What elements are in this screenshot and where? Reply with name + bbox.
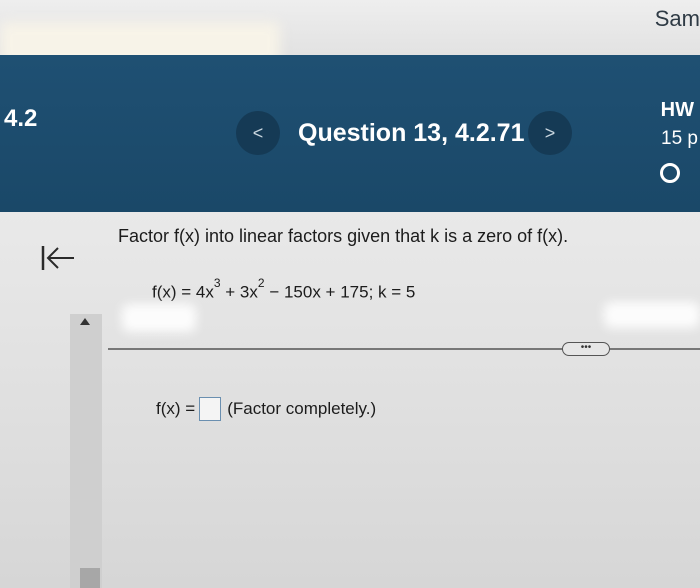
equation-lhs: f(x) = 4x bbox=[152, 282, 214, 302]
question-navigator: < Question 13, 4.2.71 > bbox=[236, 111, 572, 159]
exponent-3: 3 bbox=[213, 276, 221, 290]
question-content: Factor f(x) into linear factors given th… bbox=[0, 212, 700, 588]
section-number: 4.2 bbox=[4, 105, 38, 132]
equation-term2: + 3x bbox=[220, 282, 258, 302]
collapse-left-icon[interactable] bbox=[40, 244, 76, 272]
next-question-button[interactable]: > bbox=[528, 111, 572, 155]
chevron-right-icon: > bbox=[544, 122, 556, 143]
exponent-2: 2 bbox=[257, 276, 265, 290]
chevron-left-icon: < bbox=[252, 122, 264, 143]
section-divider bbox=[108, 348, 700, 350]
question-header: 4.2 < Question 13, 4.2.71 > HW 15 p bbox=[0, 55, 700, 212]
answer-hint: (Factor completely.) bbox=[227, 399, 377, 418]
scrollbar-track[interactable] bbox=[70, 314, 102, 588]
question-title: Question 13, 4.2.71 bbox=[298, 119, 525, 147]
progress-circle-icon bbox=[660, 163, 680, 183]
top-bar: Sam bbox=[0, 0, 700, 66]
scroll-up-arrow-icon[interactable] bbox=[80, 318, 90, 325]
screen-glare bbox=[604, 302, 700, 328]
question-prompt: Factor f(x) into linear factors given th… bbox=[118, 226, 569, 246]
more-options-button[interactable]: ••• bbox=[562, 342, 610, 356]
hw-score-label: HW bbox=[660, 99, 694, 121]
answer-lhs: f(x) = bbox=[156, 399, 196, 418]
points-label: 15 p bbox=[661, 128, 698, 149]
equation-rest: − 150x + 175; k = 5 bbox=[264, 282, 416, 302]
previous-question-button[interactable]: < bbox=[236, 111, 280, 155]
user-name[interactable]: Sam bbox=[655, 6, 700, 32]
answer-input[interactable] bbox=[199, 397, 222, 421]
screen-glare bbox=[122, 304, 196, 332]
scrollbar-thumb[interactable] bbox=[80, 568, 100, 588]
answer-row: f(x) = (Factor completely.) bbox=[156, 396, 376, 422]
function-equation: f(x) = 4x3 + 3x2 − 150x + 175; k = 5 bbox=[152, 276, 416, 303]
